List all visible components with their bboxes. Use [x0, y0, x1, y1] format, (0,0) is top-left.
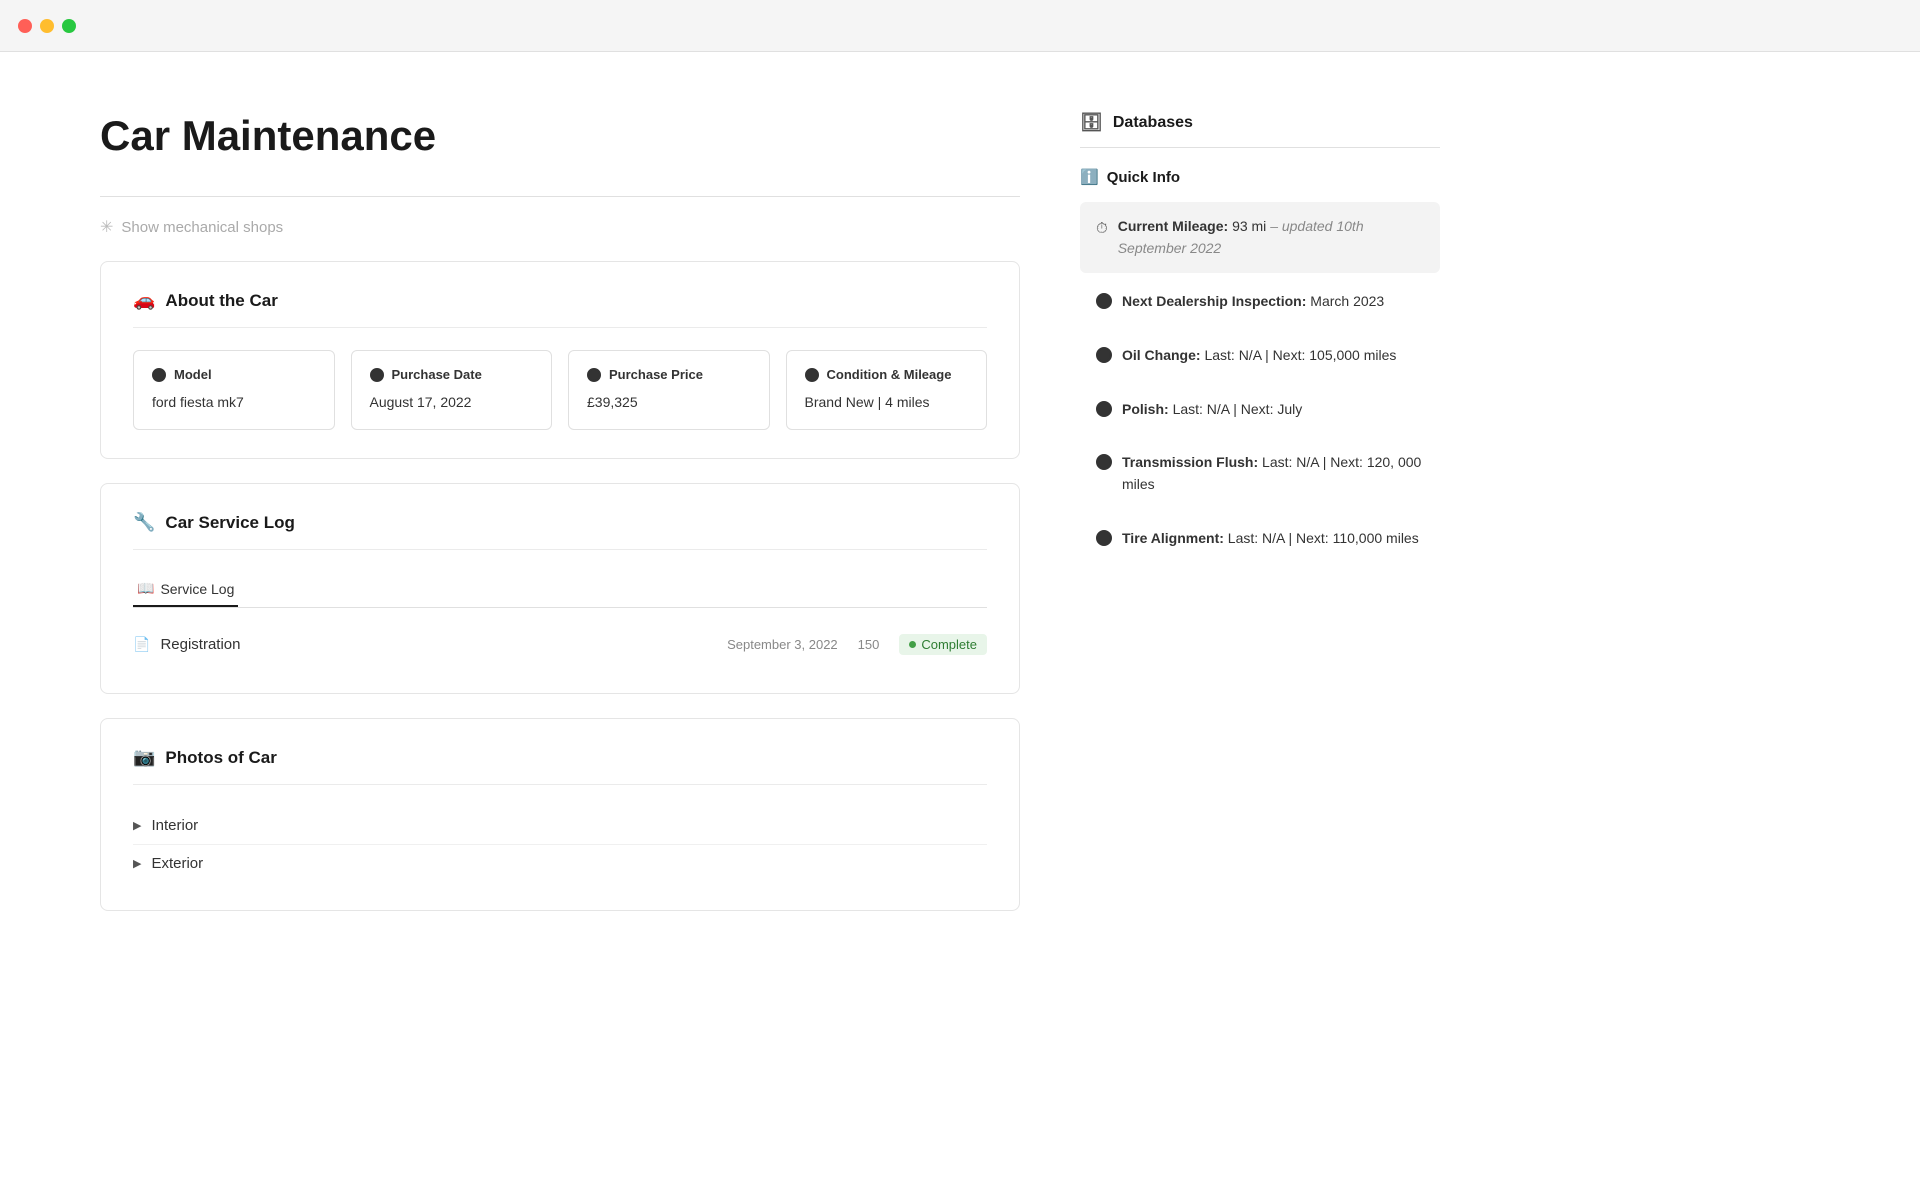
service-log-section: 🔧 Car Service Log 📖 Service Log 📄 Regist… — [100, 483, 1020, 694]
inspection-label: Next Dealership Inspection: — [1122, 293, 1306, 309]
show-shops-label: Show mechanical shops — [121, 219, 283, 236]
quick-info-transmission: Transmission Flush: Last: N/A | Next: 12… — [1080, 438, 1440, 509]
page-title: Car Maintenance — [100, 112, 1020, 160]
purchase-date-card: Purchase Date August 17, 2022 — [351, 350, 553, 430]
titlebar — [0, 0, 1920, 52]
asterisk-icon: ✳ — [100, 217, 113, 237]
quick-info-oil: Oil Change: Last: N/A | Next: 105,000 mi… — [1080, 331, 1440, 381]
mileage-text: Current Mileage: 93 mi – updated 10th Se… — [1118, 216, 1424, 259]
status-badge: Complete — [899, 634, 987, 655]
radio-icon-price — [587, 368, 601, 382]
service-log-tab[interactable]: 📖 Service Log — [133, 572, 238, 607]
exterior-label: Exterior — [151, 855, 203, 872]
transmission-label: Transmission Flush: — [1122, 454, 1258, 470]
service-log-header: 🔧 Car Service Log — [133, 512, 987, 550]
status-dot — [909, 641, 916, 648]
purchase-date-label: Purchase Date — [392, 367, 482, 382]
left-content: Car Maintenance ✳ Show mechanical shops … — [100, 112, 1020, 935]
model-card: Model ford fiesta mk7 — [133, 350, 335, 430]
alignment-value: Last: N/A | Next: 110,000 miles — [1228, 530, 1419, 546]
photos-header: 📷 Photos of Car — [133, 747, 987, 785]
purchase-date-header: Purchase Date — [370, 367, 534, 382]
service-icon: 🔧 — [133, 512, 155, 533]
model-header: Model — [152, 367, 316, 382]
mileage-value: 93 mi — [1232, 218, 1270, 234]
service-row-date: September 3, 2022 — [727, 637, 838, 652]
minimize-button[interactable] — [40, 19, 54, 33]
quick-info-mileage: ⏱ Current Mileage: 93 mi – updated 10th … — [1080, 202, 1440, 273]
polish-text: Polish: Last: N/A | Next: July — [1122, 399, 1302, 421]
camera-icon: 📷 — [133, 747, 155, 768]
photos-title: Photos of Car — [165, 748, 276, 768]
purchase-date-value: August 17, 2022 — [370, 392, 534, 413]
about-car-title: About the Car — [165, 291, 277, 311]
interior-arrow-icon: ▶ — [133, 819, 141, 832]
quick-info-alignment: Tire Alignment: Last: N/A | Next: 110,00… — [1080, 514, 1440, 564]
oil-text: Oil Change: Last: N/A | Next: 105,000 mi… — [1122, 345, 1396, 367]
polish-value: Last: N/A | Next: July — [1173, 401, 1303, 417]
service-row-number: 150 — [858, 637, 880, 652]
quick-info-inspection: Next Dealership Inspection: March 2023 — [1080, 277, 1440, 327]
radio-filled-transmission — [1096, 454, 1112, 470]
radio-filled-alignment — [1096, 530, 1112, 546]
inspection-text: Next Dealership Inspection: March 2023 — [1122, 291, 1384, 313]
transmission-text: Transmission Flush: Last: N/A | Next: 12… — [1122, 452, 1424, 495]
oil-value: Last: N/A | Next: 105,000 miles — [1204, 347, 1396, 363]
quick-info-header: ℹ️ Quick Info — [1080, 168, 1440, 186]
about-car-section: 🚗 About the Car Model ford fiesta mk7 Pu… — [100, 261, 1020, 459]
condition-mileage-header: Condition & Mileage — [805, 367, 969, 382]
open-book-icon: 📖 — [137, 580, 154, 597]
polish-label: Polish: — [1122, 401, 1169, 417]
interior-toggle[interactable]: ▶ Interior — [133, 807, 987, 844]
show-mechanical-shops[interactable]: ✳ Show mechanical shops — [100, 217, 1020, 237]
radio-icon-date — [370, 368, 384, 382]
databases-header: 🗄 Databases — [1080, 112, 1440, 148]
purchase-price-header: Purchase Price — [587, 367, 751, 382]
alignment-text: Tire Alignment: Last: N/A | Next: 110,00… — [1122, 528, 1419, 550]
car-icon: 🚗 — [133, 290, 155, 311]
quick-info-label: Quick Info — [1107, 169, 1180, 186]
oil-label: Oil Change: — [1122, 347, 1201, 363]
mileage-label: Current Mileage: — [1118, 218, 1228, 234]
about-car-header: 🚗 About the Car — [133, 290, 987, 328]
top-divider — [100, 196, 1020, 197]
info-icon: ℹ️ — [1080, 168, 1099, 186]
speedometer-icon: ⏱ — [1096, 218, 1108, 241]
photos-section: 📷 Photos of Car ▶ Interior ▶ Exterior — [100, 718, 1020, 911]
main-container: Car Maintenance ✳ Show mechanical shops … — [0, 52, 1920, 975]
service-tab-bar: 📖 Service Log — [133, 572, 987, 608]
document-icon: 📄 — [133, 636, 150, 653]
condition-mileage-value: Brand New | 4 miles — [805, 392, 969, 413]
interior-label: Interior — [151, 817, 198, 834]
alignment-label: Tire Alignment: — [1122, 530, 1224, 546]
service-row-name: Registration — [160, 636, 727, 653]
car-info-grid: Model ford fiesta mk7 Purchase Date Augu… — [133, 350, 987, 430]
service-log-tab-label: Service Log — [160, 581, 234, 597]
exterior-arrow-icon: ▶ — [133, 857, 141, 870]
right-sidebar: 🗄 Databases ℹ️ Quick Info ⏱ Current Mile… — [1080, 112, 1440, 935]
purchase-price-label: Purchase Price — [609, 367, 703, 382]
exterior-toggle[interactable]: ▶ Exterior — [133, 844, 987, 882]
status-label: Complete — [921, 637, 977, 652]
databases-label: Databases — [1113, 114, 1193, 132]
radio-icon-model — [152, 368, 166, 382]
maximize-button[interactable] — [62, 19, 76, 33]
service-row-registration[interactable]: 📄 Registration September 3, 2022 150 Com… — [133, 624, 987, 665]
close-button[interactable] — [18, 19, 32, 33]
quick-info-polish: Polish: Last: N/A | Next: July — [1080, 385, 1440, 435]
service-log-title: Car Service Log — [165, 513, 294, 533]
databases-icon: 🗄 — [1080, 112, 1103, 133]
inspection-value: March 2023 — [1310, 293, 1384, 309]
purchase-price-card: Purchase Price £39,325 — [568, 350, 770, 430]
model-label: Model — [174, 367, 212, 382]
radio-filled-inspection — [1096, 293, 1112, 309]
radio-icon-condition — [805, 368, 819, 382]
radio-filled-polish — [1096, 401, 1112, 417]
model-value: ford fiesta mk7 — [152, 392, 316, 413]
condition-mileage-card: Condition & Mileage Brand New | 4 miles — [786, 350, 988, 430]
purchase-price-value: £39,325 — [587, 392, 751, 413]
radio-filled-oil — [1096, 347, 1112, 363]
condition-mileage-label: Condition & Mileage — [827, 367, 952, 382]
